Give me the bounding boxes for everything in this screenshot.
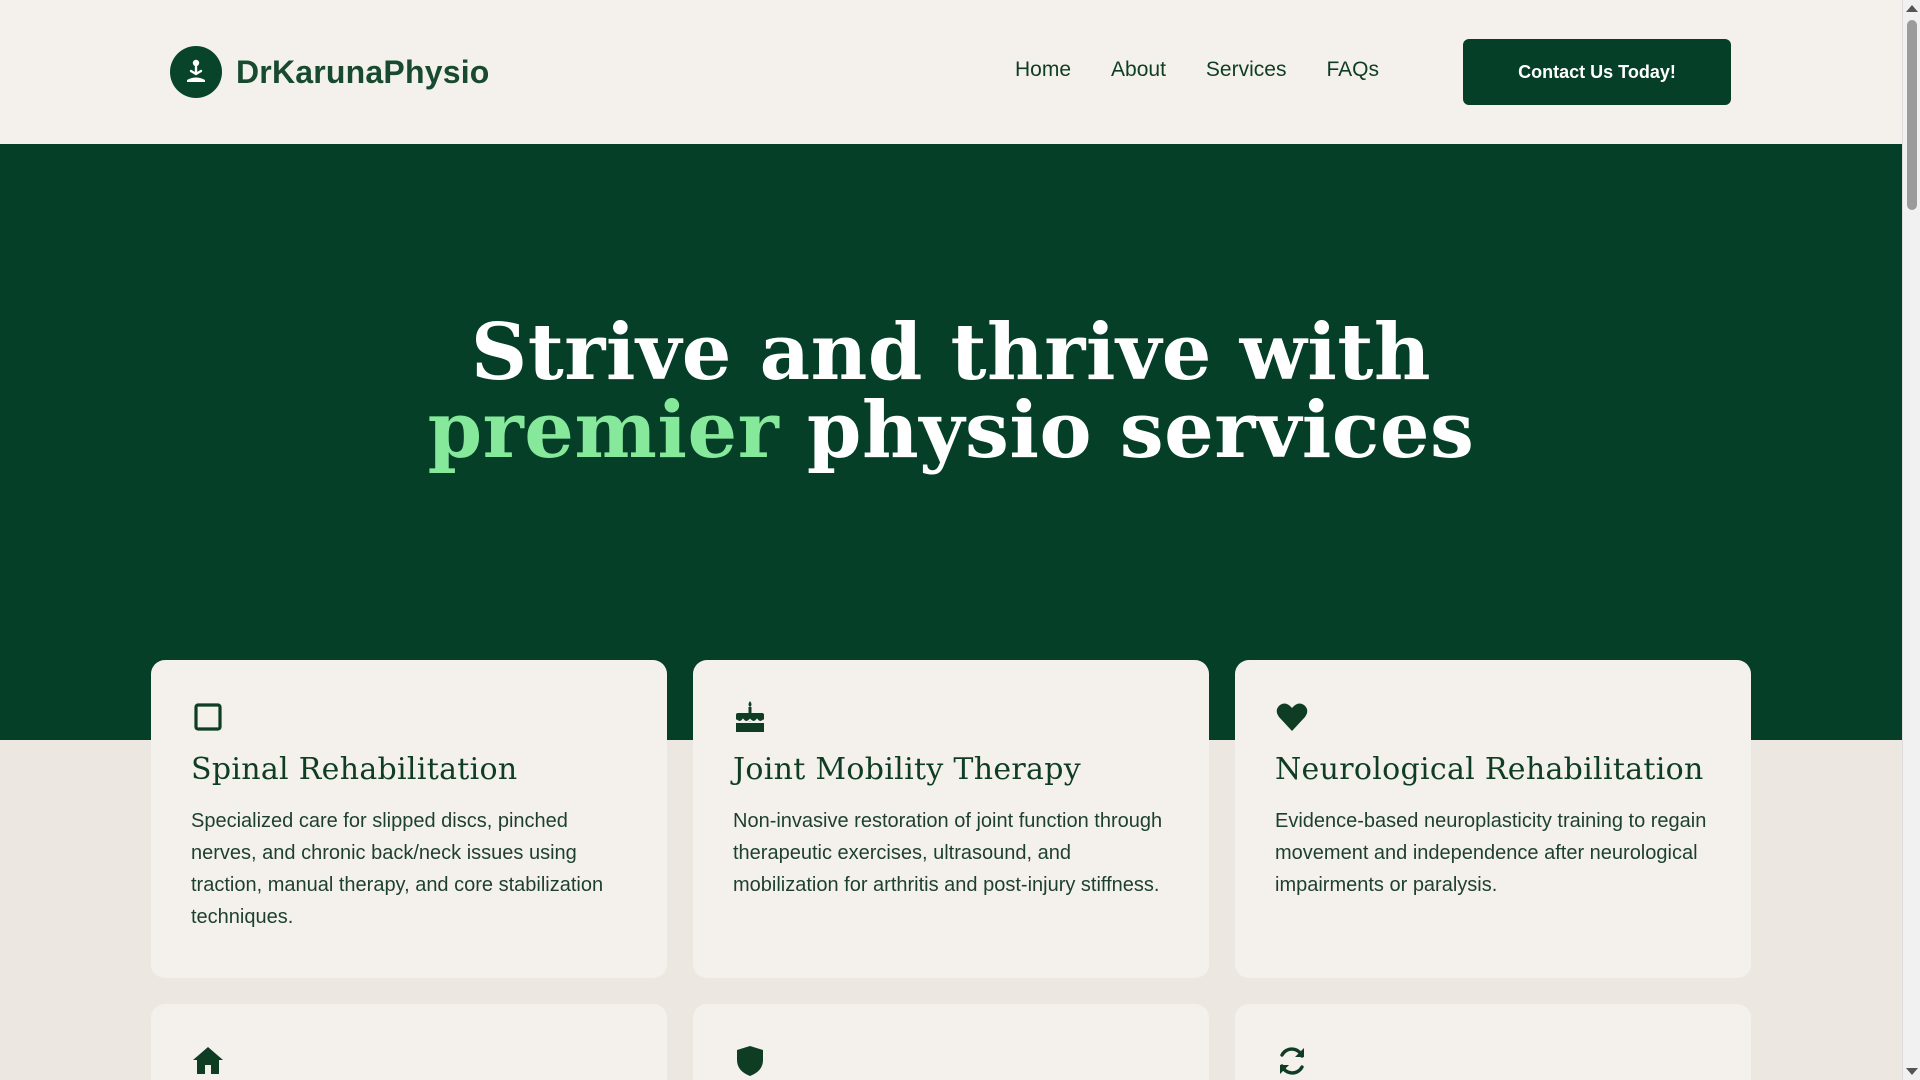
- scroll-down-arrow-icon[interactable]: [1906, 1068, 1918, 1075]
- service-description: Evidence-based neuroplasticity training …: [1275, 810, 1707, 896]
- nav-about-link[interactable]: About: [1111, 58, 1166, 82]
- nav-faqs-link[interactable]: FAQs: [1326, 58, 1379, 82]
- brand-logo[interactable]: DrKarunaPhysio: [170, 46, 490, 98]
- refresh-icon: [1275, 1044, 1309, 1078]
- service-description: Specialized care for slipped discs, pinc…: [191, 810, 604, 928]
- page: DrKarunaPhysio Home About Services FAQs …: [0, 0, 1920, 1080]
- service-card-shield[interactable]: [693, 1004, 1209, 1080]
- scroll-up-arrow-icon[interactable]: [1906, 5, 1918, 12]
- heart-icon: [1275, 700, 1309, 734]
- service-card-spinal[interactable]: Spinal Rehabilitation Specialized care f…: [151, 660, 667, 978]
- service-card-joint-mobility[interactable]: Joint Mobility Therapy Non-invasive rest…: [693, 660, 1209, 978]
- scrollbar-thumb[interactable]: [1907, 20, 1917, 210]
- service-title: Neurological Rehabilitation: [1275, 752, 1704, 787]
- nav-services-link[interactable]: Services: [1206, 58, 1287, 82]
- service-description: Non-invasive restoration of joint functi…: [733, 810, 1163, 896]
- brand-name: DrKarunaPhysio: [236, 53, 490, 90]
- service-title: Joint Mobility Therapy: [733, 752, 1081, 787]
- square-icon: [191, 700, 225, 734]
- hero-section: Strive and thrive with premier physio se…: [0, 144, 1902, 740]
- hero-heading-line2: physio services: [779, 385, 1475, 476]
- vertical-scrollbar[interactable]: [1902, 0, 1920, 1080]
- person-meditation-icon: [170, 46, 222, 98]
- nav-home-link[interactable]: Home: [1015, 58, 1071, 82]
- cake-icon: [733, 700, 767, 734]
- shield-icon: [733, 1044, 767, 1078]
- home-icon: [191, 1044, 225, 1078]
- service-card-neurological[interactable]: Neurological Rehabilitation Evidence-bas…: [1235, 660, 1751, 978]
- main-nav: Home About Services FAQs: [1015, 58, 1379, 82]
- site-header: DrKarunaPhysio Home About Services FAQs …: [0, 0, 1902, 144]
- service-card-refresh[interactable]: [1235, 1004, 1751, 1080]
- contact-us-button[interactable]: Contact Us Today!: [1463, 39, 1731, 105]
- hero-heading: Strive and thrive with premier physio se…: [0, 314, 1902, 470]
- service-title: Spinal Rehabilitation: [191, 752, 518, 787]
- service-card-home[interactable]: [151, 1004, 667, 1080]
- hero-heading-accent: premier: [427, 385, 780, 476]
